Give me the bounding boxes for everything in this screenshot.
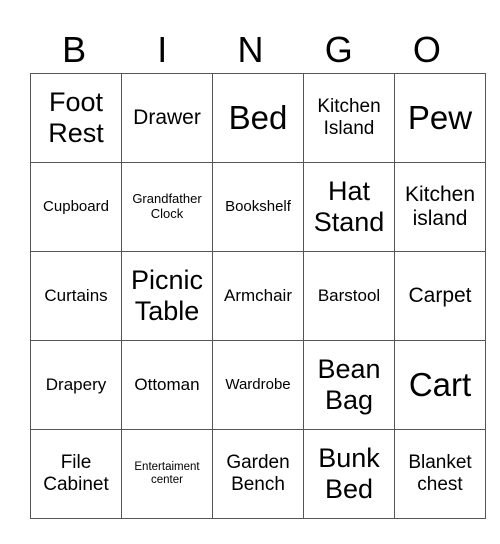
bingo-row: Drapery Ottoman Wardrobe Bean Bag Cart (30, 340, 486, 430)
bingo-cell[interactable]: Pew (394, 73, 486, 163)
bingo-card-grid: Foot Rest Drawer Bed Kitchen Island Pew Cupbo… (30, 73, 486, 519)
bingo-row: Cupboard Grandfather Clock Bookshelf Hat St… (30, 162, 486, 252)
bingo-cell[interactable]: Foot Rest (30, 73, 122, 163)
bingo-cell[interactable]: Picnic Table (121, 251, 213, 341)
bingo-cell[interactable]: Entertaiment center (121, 429, 213, 519)
bingo-cell[interactable]: Wardrobe (212, 340, 304, 430)
bingo-cell[interactable]: File Cabinet (30, 429, 122, 519)
bingo-header: B I N G O (30, 30, 471, 70)
bingo-row: File Cabinet Entertaiment center Garden Be… (30, 429, 486, 519)
bingo-cell[interactable]: Blanket chest (394, 429, 486, 519)
bingo-cell[interactable]: Barstool (303, 251, 395, 341)
bingo-cell[interactable]: Bean Bag (303, 340, 395, 430)
bingo-cell[interactable]: Kitchen island (394, 162, 486, 252)
bingo-cell[interactable]: Hat Stand (303, 162, 395, 252)
header-letter-n: N (237, 29, 264, 70)
bingo-cell[interactable]: Bunk Bed (303, 429, 395, 519)
bingo-cell[interactable]: Armchair (212, 251, 304, 341)
header-letter-g: G (324, 29, 353, 70)
bingo-cell[interactable]: Carpet (394, 251, 486, 341)
bingo-cell[interactable]: Cart (394, 340, 486, 430)
bingo-row: Foot Rest Drawer Bed Kitchen Island Pew (30, 73, 486, 163)
header-letter-b: B (62, 29, 87, 70)
bingo-cell[interactable]: Bed (212, 73, 304, 163)
bingo-cell[interactable]: Grandfather Clock (121, 162, 213, 252)
bingo-cell[interactable]: Cupboard (30, 162, 122, 252)
bingo-cell[interactable]: Curtains (30, 251, 122, 341)
bingo-cell[interactable]: Ottoman (121, 340, 213, 430)
bingo-cell[interactable]: Garden Bench (212, 429, 304, 519)
bingo-cell[interactable]: Bookshelf (212, 162, 304, 252)
header-letter-i: I (157, 29, 168, 70)
bingo-cell[interactable]: Drapery (30, 340, 122, 430)
bingo-cell[interactable]: Drawer (121, 73, 213, 163)
bingo-cell[interactable]: Kitchen Island (303, 73, 395, 163)
header-letter-o: O (412, 29, 441, 70)
bingo-row: Curtains Picnic Table Armchair Barstool Carp… (30, 251, 486, 341)
